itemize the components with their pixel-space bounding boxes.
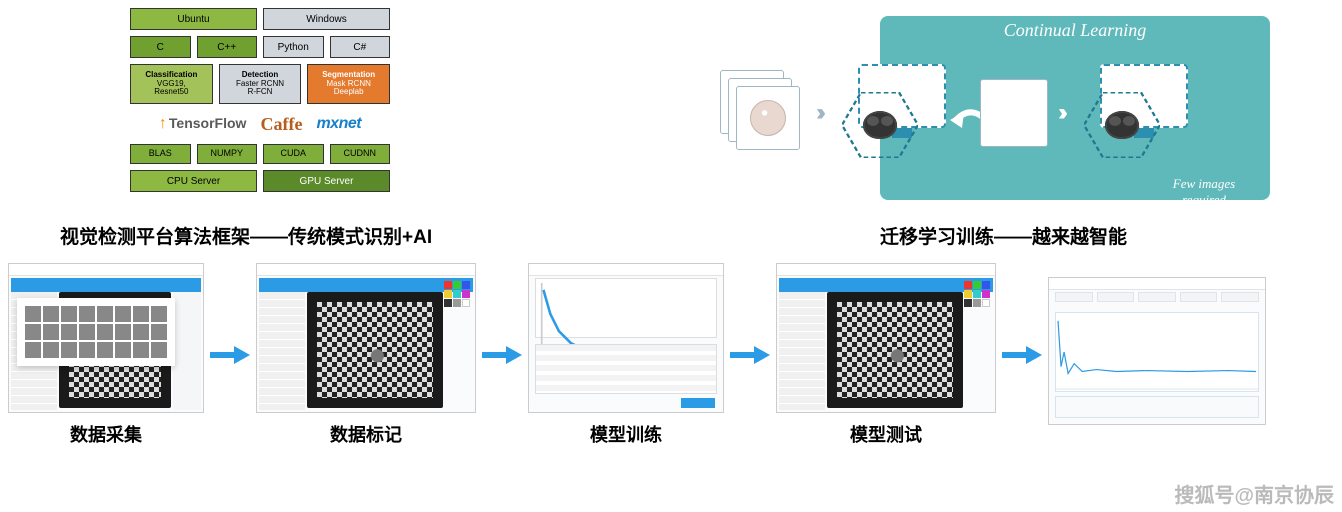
few-images-label: Few imagesrequired — [1144, 176, 1264, 208]
training-module — [830, 58, 970, 168]
lib-cuda: CUDA — [263, 144, 324, 164]
screenshot-data-collection — [8, 263, 204, 413]
framework-mxnet: mxnet — [316, 115, 361, 133]
action-button[interactable] — [681, 398, 715, 408]
arrow-right-icon — [480, 343, 524, 367]
summary-panel — [1055, 396, 1259, 418]
model-hex-icon — [842, 92, 918, 158]
lang-python: Python — [263, 36, 324, 58]
model-detection: DetectionFaster RCNNR-FCN — [219, 64, 302, 104]
os-windows: Windows — [263, 8, 390, 30]
model-classification: ClassificationVGG19,Resnet50 — [130, 64, 213, 104]
continual-learning-diagram: Continual Learning ›› — [710, 8, 1320, 218]
lib-cudnn: CUDNN — [330, 144, 391, 164]
stage-model-training: 模型训练 — [528, 263, 724, 447]
arrow-right-icon — [208, 343, 252, 367]
lang-csharp: C# — [330, 36, 391, 58]
screenshot-model-training — [528, 263, 724, 413]
stage-result — [1048, 277, 1266, 433]
caption-right: 迁移学习训练——越来越智能 — [880, 222, 1127, 249]
lang-c: C — [130, 36, 191, 58]
continual-banner: Continual Learning — [880, 16, 1270, 45]
chevron-right-icon: ›› — [816, 99, 820, 127]
apple-icon — [750, 100, 786, 136]
loss-chart — [535, 278, 717, 338]
few-shot-image — [980, 79, 1048, 147]
lib-numpy: NUMPY — [197, 144, 258, 164]
arrow-right-icon — [1000, 343, 1044, 367]
stage-data-collection: 数据采集 — [8, 263, 204, 447]
training-images-stack — [720, 70, 806, 156]
watermark: 搜狐号@南京协辰 — [1174, 479, 1334, 508]
server-gpu: GPU Server — [263, 170, 390, 192]
model-segmentation: SegmentationMask RCNNDeeplab — [307, 64, 390, 104]
training-pipeline: 数据采集 数据标记 — [0, 257, 1342, 453]
screenshot-data-labeling — [256, 263, 476, 413]
framework-caffe: Caffe — [260, 114, 302, 135]
framework-tensorflow: ↑TensorFlow — [159, 115, 247, 133]
stage-label: 模型训练 — [590, 421, 662, 447]
updated-model-module — [1072, 58, 1202, 168]
brain-icon — [863, 111, 897, 139]
lib-blas: BLAS — [130, 144, 191, 164]
algorithm-stack: Ubuntu Windows C C++ Python C# Classific… — [130, 8, 390, 218]
server-cpu: CPU Server — [130, 170, 257, 192]
brain-icon — [1105, 111, 1139, 139]
stage-data-labeling: 数据标记 — [256, 263, 476, 447]
stage-label: 数据采集 — [70, 421, 142, 447]
lang-cpp: C++ — [197, 36, 258, 58]
framework-row: ↑TensorFlow Caffe mxnet — [130, 110, 390, 138]
stage-model-testing: 模型测试 — [776, 263, 996, 447]
metric-chart — [1055, 312, 1259, 392]
stage-label: 数据标记 — [330, 421, 402, 447]
screenshot-result — [1048, 277, 1266, 425]
training-log — [535, 344, 717, 394]
stage-label: 模型测试 — [850, 421, 922, 447]
model-hex-icon — [1084, 92, 1160, 158]
os-ubuntu: Ubuntu — [130, 8, 257, 30]
color-palette — [963, 280, 993, 316]
screenshot-model-testing — [776, 263, 996, 413]
params-row — [1055, 292, 1259, 308]
color-palette — [443, 280, 473, 316]
thumbnail-grid — [17, 298, 175, 366]
caption-left: 视觉检测平台算法框架——传统模式识别+AI — [60, 222, 750, 249]
arrow-right-icon — [728, 343, 772, 367]
chevron-right-icon: ›› — [1058, 99, 1062, 127]
